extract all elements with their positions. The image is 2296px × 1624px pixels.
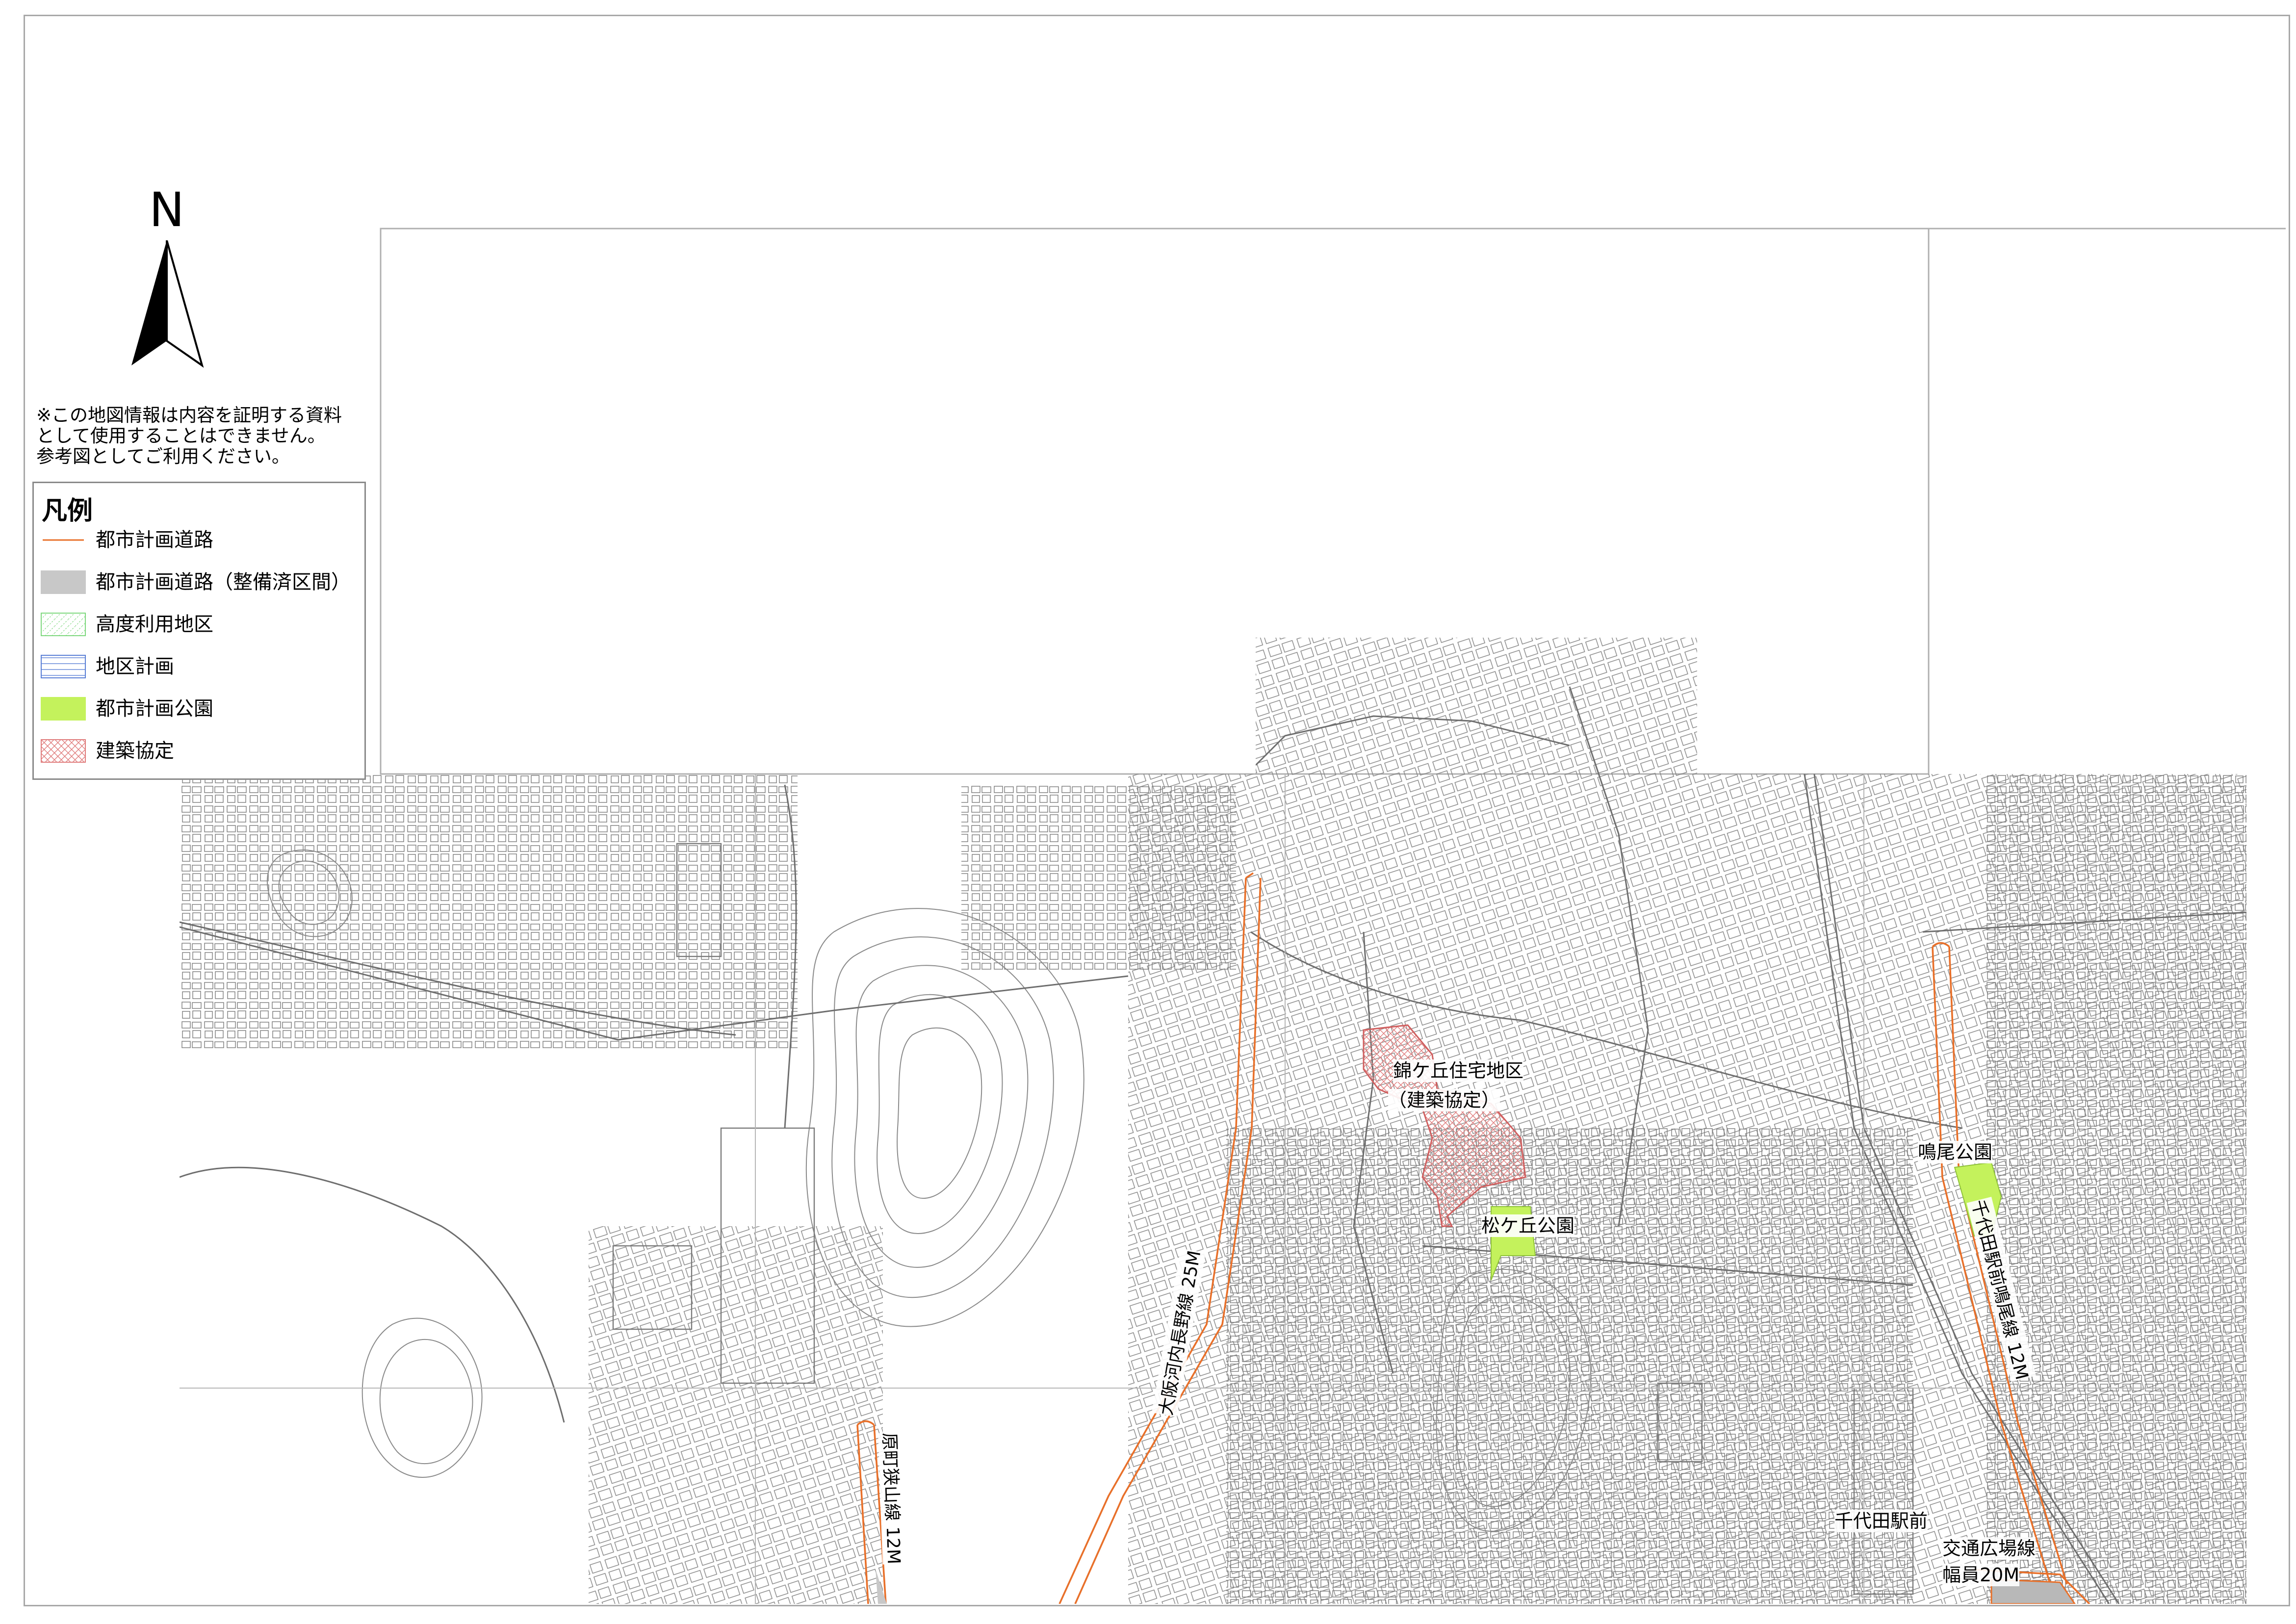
disclaimer-line: ※この地図情報は内容を証明する資料 (36, 405, 342, 426)
legend-label: 都市計画道路（整備済区間） (96, 571, 351, 593)
building-agreement-swatch (41, 739, 86, 763)
legend-item-park: 都市計画公園 (41, 694, 355, 723)
legend-label: 都市計画道路 (96, 529, 213, 551)
label-chiyoda-station: 千代田駅前 (1834, 1510, 1928, 1532)
park-swatch (41, 697, 86, 721)
label-nishikigaoka-agreement: （建築協定） (1388, 1089, 1500, 1111)
disclaimer-line: として使用することはできません。 (36, 425, 326, 446)
legend-label: 都市計画公園 (96, 697, 213, 720)
map-frame (24, 15, 2290, 1606)
label-chiyoda-plaza-width: 幅員20M (1942, 1564, 2020, 1586)
label-naruo-park: 鳴尾公園 (1918, 1141, 1993, 1163)
label-matsugaoka-park: 松ケ丘公園 (1481, 1214, 1575, 1237)
north-letter: N (149, 182, 184, 237)
completed-road-swatch (41, 570, 86, 594)
label-nishikigaoka: 錦ケ丘住宅地区 (1393, 1059, 1524, 1082)
label-chiyoda-plaza-road: 交通広場線 (1942, 1537, 2036, 1560)
legend-title: 凡例 (42, 496, 93, 526)
legend-item-building-agreement: 建築協定 (41, 736, 355, 766)
disclaimer-line: 参考図としてご利用ください。 (36, 446, 290, 467)
planned-road-swatch (43, 539, 84, 541)
legend-item-planned-road: 都市計画道路 (41, 525, 355, 555)
legend-label: 建築協定 (96, 740, 174, 762)
district-plan-swatch (41, 655, 86, 678)
legend-item-completed-road: 都市計画道路（整備済区間） (41, 567, 355, 597)
label-road-haramachi-sayama: 原町狭山線 12M (878, 1432, 908, 1565)
north-arrow-icon (131, 240, 204, 368)
high-use-district-swatch (41, 613, 86, 636)
disclaimer: ※この地図情報は内容を証明する資料 として使用することはできません。 参考図とし… (36, 405, 370, 467)
legend-label: 地区計画 (96, 655, 174, 678)
legend-item-high-use-district: 高度利用地区 (41, 610, 355, 639)
legend-label: 高度利用地区 (96, 613, 213, 636)
legend: 凡例 都市計画道路 都市計画道路（整備済区間） 高度利用地区 地区計画 都市計画… (32, 482, 366, 780)
north-arrow: N (123, 186, 211, 373)
legend-item-district-plan: 地区計画 (41, 652, 355, 681)
